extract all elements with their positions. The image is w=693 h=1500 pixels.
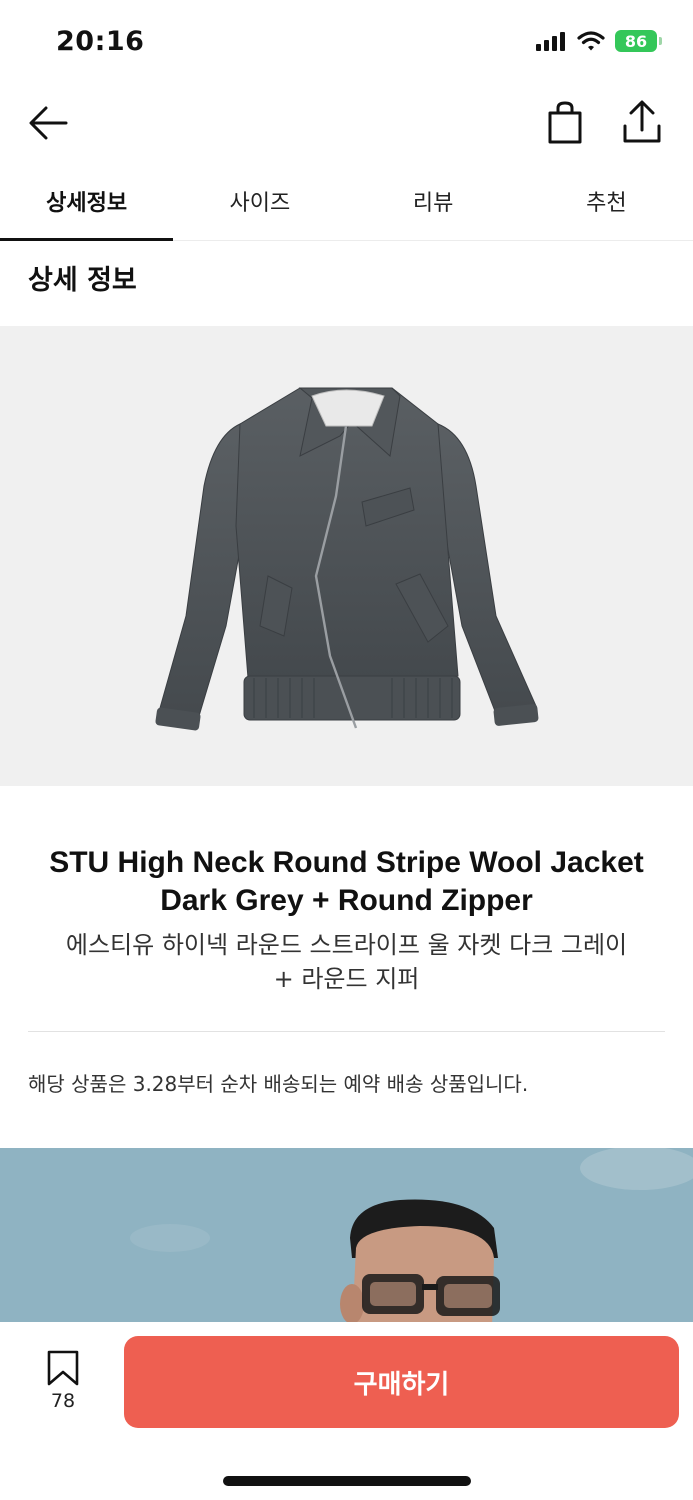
back-arrow-icon[interactable] (26, 102, 72, 144)
wifi-icon (577, 31, 605, 51)
product-title-ko: 에스티유 하이넥 라운드 스트라이프 울 자켓 다크 그레이 + 라운드 지퍼 (0, 928, 693, 996)
signal-icon (536, 32, 565, 51)
bookmark-count: 78 (50, 1390, 76, 1412)
product-title-ko-line2: + 라운드 지퍼 (273, 965, 420, 993)
product-title-en-line1: STU High Neck Round Stripe Wool Jacket (49, 846, 644, 879)
battery-level: 86 (624, 31, 648, 51)
bookmark-icon (47, 1350, 79, 1386)
battery-icon: 86 (615, 30, 662, 52)
shipping-notice: 해당 상품은 3.28부터 순차 배송되는 예약 배송 상품입니다. (28, 1072, 529, 1096)
bookmark-button[interactable]: 78 (40, 1350, 86, 1416)
buy-button[interactable]: 구매하기 (124, 1336, 679, 1428)
jacket-illustration (155, 387, 539, 731)
model-illustration (130, 1148, 693, 1328)
product-image[interactable] (0, 326, 693, 786)
divider (28, 1031, 665, 1032)
section-heading: 상세 정보 (28, 265, 137, 296)
product-title-en-line2: Dark Grey + Round Zipper (160, 884, 533, 917)
tab-size[interactable]: 사이즈 (173, 162, 346, 240)
tab-details[interactable]: 상세정보 (0, 162, 174, 241)
tab-recommend[interactable]: 추천 (520, 162, 693, 240)
share-icon[interactable] (619, 98, 665, 146)
status-bar: 20:16 86 (0, 0, 693, 88)
detail-tabs: 상세정보 사이즈 리뷰 추천 (0, 162, 693, 241)
model-photo[interactable] (0, 1148, 693, 1328)
status-icons: 86 (535, 30, 662, 52)
home-indicator (223, 1476, 471, 1486)
product-title-ko-line1: 에스티유 하이넥 라운드 스트라이프 울 자켓 다크 그레이 (65, 931, 628, 959)
bottom-bar: 78 구매하기 (0, 1322, 693, 1500)
product-title-en: STU High Neck Round Stripe Wool Jacket D… (0, 844, 693, 920)
status-time: 20:16 (56, 26, 145, 57)
tab-reviews[interactable]: 리뷰 (347, 162, 520, 240)
shopping-bag-icon[interactable] (543, 100, 587, 146)
top-nav (0, 88, 693, 158)
